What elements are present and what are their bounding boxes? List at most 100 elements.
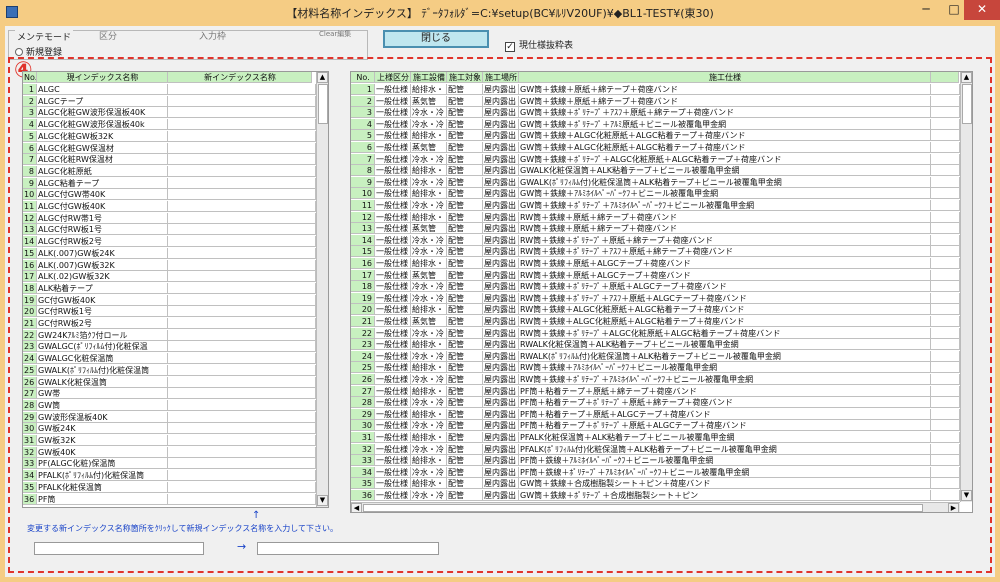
new-index-name-cell[interactable]: [168, 294, 316, 306]
construction-spec[interactable]: GW筒＋鉄線＋ﾎﾟﾘﾃｰﾌﾟ＋ｱﾙﾐ原紙＋ビニール被覆亀甲金網: [519, 118, 931, 130]
equipment[interactable]: 蒸気管: [411, 95, 447, 107]
target[interactable]: 配管: [447, 374, 483, 385]
spec-category[interactable]: 一般仕様: [375, 350, 411, 362]
spec-category[interactable]: 一般仕様: [375, 304, 411, 316]
spec-excerpt-checkbox[interactable]: ✓ 現仕様抜粋表: [505, 38, 573, 52]
target[interactable]: 配管: [447, 130, 483, 142]
location[interactable]: 屋内露出: [483, 269, 519, 281]
new-index-name-cell[interactable]: [168, 95, 316, 107]
equipment[interactable]: 給排水・: [411, 362, 447, 374]
equipment[interactable]: 蒸気管: [411, 316, 447, 327]
spec-category[interactable]: 一般仕様: [375, 478, 411, 490]
current-index-name[interactable]: GW板40K: [37, 446, 168, 458]
equipment[interactable]: 給排水・: [411, 339, 447, 351]
target[interactable]: 配管: [447, 362, 483, 374]
target[interactable]: 配管: [447, 304, 483, 316]
new-index-name-cell[interactable]: [168, 130, 316, 142]
equipment[interactable]: 冷水・冷: [411, 200, 447, 211]
equipment[interactable]: 給排水・: [411, 455, 447, 467]
extra-cell[interactable]: [931, 95, 960, 107]
new-name-field[interactable]: [257, 542, 439, 555]
construction-spec[interactable]: GW筒＋鉄線＋合成樹脂製シート＋ピン＋荷座バンド: [519, 478, 931, 490]
target[interactable]: 配管: [447, 397, 483, 409]
equipment[interactable]: 蒸気管: [411, 142, 447, 153]
construction-spec[interactable]: GWALK(ﾎﾟﾘﾌｨﾙﾑ付)化粧保温筒＋ALK粘着テープ＋ビニール被覆亀甲金網: [519, 176, 931, 188]
equipment[interactable]: 冷水・冷: [411, 234, 447, 246]
extra-cell[interactable]: [931, 455, 960, 467]
extra-cell[interactable]: [931, 107, 960, 119]
current-index-name[interactable]: ALGC付RW板2号: [37, 236, 168, 248]
target[interactable]: 配管: [447, 165, 483, 177]
extra-cell[interactable]: [931, 258, 960, 269]
location[interactable]: 屋内露出: [483, 408, 519, 420]
target[interactable]: 配管: [447, 200, 483, 211]
extra-cell[interactable]: [931, 339, 960, 351]
current-index-name[interactable]: ALK(.02)GW板32K: [37, 271, 168, 283]
current-index-name[interactable]: GC付RW板1号: [37, 306, 168, 318]
extra-cell[interactable]: [931, 269, 960, 281]
construction-spec[interactable]: PF筒＋粘着テープ＋原紙＋ALGCテープ＋荷座バンド: [519, 408, 931, 420]
extra-cell[interactable]: [931, 118, 960, 130]
location[interactable]: 屋内露出: [483, 339, 519, 351]
target[interactable]: 配管: [447, 292, 483, 304]
current-name-field[interactable]: [34, 542, 204, 555]
location[interactable]: 屋内露出: [483, 281, 519, 293]
new-index-name-cell[interactable]: [168, 177, 316, 189]
construction-spec[interactable]: GW筒＋鉄線＋ALGC化粧原紙＋ALGC粘着テープ＋荷座バンド: [519, 130, 931, 142]
target[interactable]: 配管: [447, 95, 483, 107]
spec-category[interactable]: 一般仕様: [375, 432, 411, 443]
construction-spec[interactable]: RW筒＋鉄線＋ｱﾙﾐﾎｲﾙﾍﾟｰﾊﾟｰｸﾌ＋ビニール被覆亀甲金網: [519, 362, 931, 374]
location[interactable]: 屋内露出: [483, 385, 519, 397]
extra-cell[interactable]: [931, 165, 960, 177]
equipment[interactable]: 給排水・: [411, 130, 447, 142]
column-header-target[interactable]: 施工対象: [447, 72, 483, 83]
new-index-name-cell[interactable]: [168, 201, 316, 212]
construction-spec[interactable]: PFALK(ﾎﾟﾘﾌｨﾙﾑ付)化粧保温筒＋ALK粘着テープ＋ビニール被覆亀甲金網: [519, 443, 931, 455]
current-index-name[interactable]: ALGC化粧GW保温材: [37, 142, 168, 154]
location[interactable]: 屋内露出: [483, 223, 519, 235]
spec-category[interactable]: 一般仕様: [375, 153, 411, 165]
location[interactable]: 屋内露出: [483, 118, 519, 130]
new-index-name-cell[interactable]: [168, 84, 316, 95]
equipment[interactable]: 蒸気管: [411, 223, 447, 235]
location[interactable]: 屋内露出: [483, 432, 519, 443]
target[interactable]: 配管: [447, 490, 483, 501]
target[interactable]: 配管: [447, 466, 483, 478]
location[interactable]: 屋内露出: [483, 292, 519, 304]
extra-cell[interactable]: [931, 292, 960, 304]
equipment[interactable]: 給排水・: [411, 84, 447, 95]
construction-spec[interactable]: RW筒＋鉄線＋ﾎﾟﾘﾃｰﾌﾟ＋ｱﾙﾐﾎｲﾙﾍﾟｰﾊﾟｰｸﾌ＋ビニール被覆亀甲金網: [519, 374, 931, 385]
extra-cell[interactable]: [931, 490, 960, 501]
spec-category[interactable]: 一般仕様: [375, 165, 411, 177]
construction-spec[interactable]: RW筒＋鉄線＋原紙＋綿テープ＋荷座バンド: [519, 211, 931, 223]
construction-spec[interactable]: RWALK化粧保温筒＋ALK粘着テープ＋ビニール被覆亀甲金網: [519, 339, 931, 351]
new-index-name-cell[interactable]: [168, 212, 316, 224]
location[interactable]: 屋内露出: [483, 374, 519, 385]
spec-category[interactable]: 一般仕様: [375, 234, 411, 246]
column-header-no[interactable]: No.: [23, 72, 37, 83]
spec-category[interactable]: 一般仕様: [375, 118, 411, 130]
extra-cell[interactable]: [931, 397, 960, 409]
location[interactable]: 屋内露出: [483, 327, 519, 339]
column-header-location[interactable]: 施工場所: [483, 72, 519, 83]
scroll-thumb[interactable]: [318, 84, 328, 124]
location[interactable]: 屋内露出: [483, 211, 519, 223]
target[interactable]: 配管: [447, 432, 483, 443]
new-index-name-cell[interactable]: [168, 306, 316, 318]
equipment[interactable]: 冷水・冷: [411, 350, 447, 362]
column-header-no[interactable]: No.: [351, 72, 375, 83]
spec-category[interactable]: 一般仕様: [375, 281, 411, 293]
current-index-name[interactable]: ALGC付RW帯1号: [37, 212, 168, 224]
construction-spec[interactable]: RW筒＋鉄線＋原紙＋綿テープ＋荷座バンド: [519, 223, 931, 235]
extra-cell[interactable]: [931, 443, 960, 455]
construction-spec[interactable]: PF筒＋粘着テープ＋ﾎﾟﾘﾃｰﾌﾟ＋原紙＋綿テープ＋荷座バンド: [519, 397, 931, 409]
location[interactable]: 屋内露出: [483, 350, 519, 362]
current-index-name[interactable]: ALGC粘着テープ: [37, 177, 168, 189]
equipment[interactable]: 給排水・: [411, 304, 447, 316]
spec-category[interactable]: 一般仕様: [375, 107, 411, 119]
spec-category[interactable]: 一般仕様: [375, 130, 411, 142]
spec-category[interactable]: 一般仕様: [375, 269, 411, 281]
construction-spec[interactable]: GW筒＋鉄線＋ﾎﾟﾘﾃｰﾌﾟ＋合成樹脂製シート＋ピン: [519, 490, 931, 501]
construction-spec[interactable]: GWALK化粧保温筒＋ALK粘着テープ＋ビニール被覆亀甲金網: [519, 165, 931, 177]
spec-category[interactable]: 一般仕様: [375, 292, 411, 304]
